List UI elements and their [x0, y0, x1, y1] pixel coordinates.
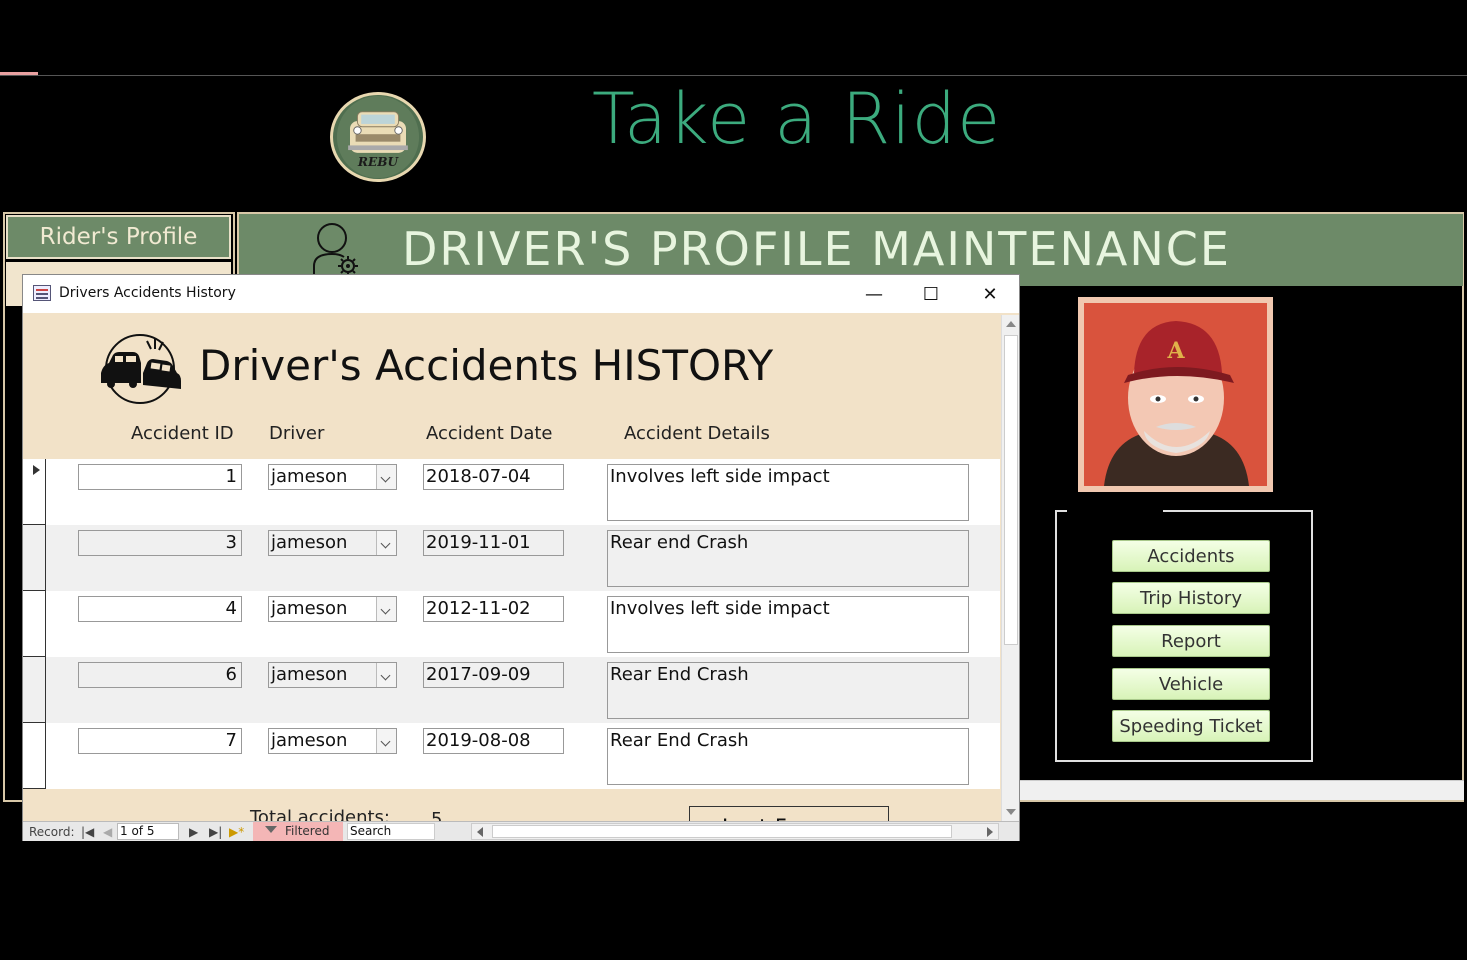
record-selector[interactable] [23, 657, 46, 723]
close-button[interactable]: ✕ [970, 279, 1010, 309]
accident-id-field[interactable]: 4 [78, 596, 242, 622]
accident-details-field[interactable]: Involves left side impact [607, 464, 969, 521]
svg-text:A: A [1166, 338, 1185, 364]
background-scrollbar [1020, 780, 1464, 800]
vehicle-button[interactable]: Vehicle [1112, 668, 1270, 700]
scroll-thumb[interactable] [1004, 335, 1018, 645]
accident-date-field[interactable]: 2019-11-01 [423, 530, 564, 556]
accident-date-field[interactable]: 2012-11-02 [423, 596, 564, 622]
record-navigation-bar: Record: |◀ ◀ 1 of 5 ▶ ▶| ▶* Filtered Sea… [23, 821, 1019, 841]
accidents-history-dialog: Drivers Accidents History — ☐ ✕ Driver's… [22, 274, 1020, 841]
scroll-up-icon[interactable] [1006, 321, 1016, 327]
driver-combobox[interactable]: jameson [268, 662, 397, 688]
form-footer: Total accidents: 5 Last 5 years [23, 797, 1000, 821]
record-selector[interactable] [23, 525, 46, 591]
record-selector[interactable] [23, 591, 46, 657]
accident-id-field[interactable]: 3 [78, 530, 242, 556]
accident-details-field[interactable]: Rear end Crash [607, 530, 969, 587]
record-label: Record: [29, 825, 75, 839]
form-body: Driver's Accidents HISTORY Accident ID D… [23, 313, 1000, 821]
table-row[interactable]: 3 jameson 2019-11-01 Rear end Crash [23, 525, 1000, 591]
chevron-down-icon[interactable] [376, 465, 396, 489]
col-header-driver[interactable]: Driver [269, 423, 324, 444]
accident-date-field[interactable]: 2017-09-09 [423, 662, 564, 688]
chevron-down-icon[interactable] [376, 663, 396, 687]
accident-id-field[interactable]: 6 [78, 662, 242, 688]
riders-profile-tab[interactable]: Rider's Profile [6, 215, 231, 259]
report-button[interactable]: Report [1112, 625, 1270, 657]
driver-photo: A [1078, 297, 1273, 492]
current-record-field[interactable]: 1 of 5 [117, 823, 179, 840]
total-accidents-label: Total accidents: [250, 807, 390, 821]
col-header-accident-details[interactable]: Accident Details [624, 423, 770, 444]
chevron-down-icon[interactable] [376, 729, 396, 753]
rebu-logo: REBU [330, 92, 426, 182]
col-header-accident-date[interactable]: Accident Date [426, 423, 553, 444]
accident-details-field[interactable]: Rear End Crash [607, 662, 969, 719]
next-record-icon[interactable]: ▶ [189, 825, 198, 839]
scroll-right-icon[interactable] [987, 827, 993, 837]
speeding-ticket-button[interactable]: Speeding Ticket [1112, 710, 1270, 742]
dialog-title: Drivers Accidents History [59, 285, 236, 301]
panel-caption-gap [1067, 508, 1163, 512]
scroll-left-icon[interactable] [477, 827, 483, 837]
form-title: Driver's Accidents HISTORY [199, 341, 774, 390]
last-5-years-button[interactable]: Last 5 years [689, 806, 889, 821]
dialog-titlebar[interactable]: Drivers Accidents History — ☐ ✕ [23, 275, 1019, 313]
trip-history-button[interactable]: Trip History [1112, 582, 1270, 614]
chevron-down-icon[interactable] [376, 597, 396, 621]
record-selector[interactable] [23, 723, 46, 789]
car-crash-icon [101, 334, 181, 404]
vertical-scrollbar[interactable] [1001, 315, 1019, 821]
table-row[interactable]: 4 jameson 2012-11-02 Involves left side … [23, 591, 1000, 657]
top-divider [0, 75, 1467, 76]
driver-combobox[interactable]: jameson [268, 728, 397, 754]
col-header-accident-id[interactable]: Accident ID [131, 423, 234, 444]
first-record-icon[interactable]: |◀ [81, 825, 94, 839]
accident-id-field[interactable]: 7 [78, 728, 242, 754]
last-record-icon[interactable]: ▶| [209, 825, 222, 839]
search-input[interactable]: Search [347, 823, 435, 840]
table-row[interactable]: 6 jameson 2017-09-09 Rear End Crash [23, 657, 1000, 723]
chevron-down-icon[interactable] [376, 531, 396, 555]
table-row[interactable]: 1 jameson 2018-07-04 Involves left side … [23, 459, 1000, 525]
accident-details-field[interactable]: Rear End Crash [607, 728, 969, 785]
driver-profile-title: DRIVER'S PROFILE MAINTENANCE [402, 222, 1231, 276]
minimize-button[interactable]: — [854, 279, 894, 309]
total-accidents-value: 5 [431, 809, 443, 821]
app-title: Take a Ride [592, 78, 1002, 160]
logo-text: REBU [357, 155, 400, 169]
scroll-down-icon[interactable] [1006, 809, 1016, 815]
previous-record-icon[interactable]: ◀ [103, 825, 112, 839]
filter-toggle[interactable]: Filtered [253, 822, 343, 841]
horizontal-scrollbar[interactable] [471, 823, 999, 840]
table-row[interactable]: 7 jameson 2019-08-08 Rear End Crash [23, 723, 1000, 789]
horizontal-scroll-thumb[interactable] [492, 825, 952, 838]
maximize-button[interactable]: ☐ [911, 279, 951, 309]
user-settings-icon [313, 223, 358, 276]
form-icon [33, 285, 51, 301]
accidents-button[interactable]: Accidents [1112, 540, 1270, 572]
accident-date-field[interactable]: 2019-08-08 [423, 728, 564, 754]
accident-date-field[interactable]: 2018-07-04 [423, 464, 564, 490]
record-selector[interactable] [23, 459, 46, 525]
driver-combobox[interactable]: jameson [268, 596, 397, 622]
driver-combobox[interactable]: jameson [268, 530, 397, 556]
driver-combobox[interactable]: jameson [268, 464, 397, 490]
new-record-icon[interactable]: ▶* [229, 825, 244, 839]
accident-details-field[interactable]: Involves left side impact [607, 596, 969, 653]
accident-id-field[interactable]: 1 [78, 464, 242, 490]
